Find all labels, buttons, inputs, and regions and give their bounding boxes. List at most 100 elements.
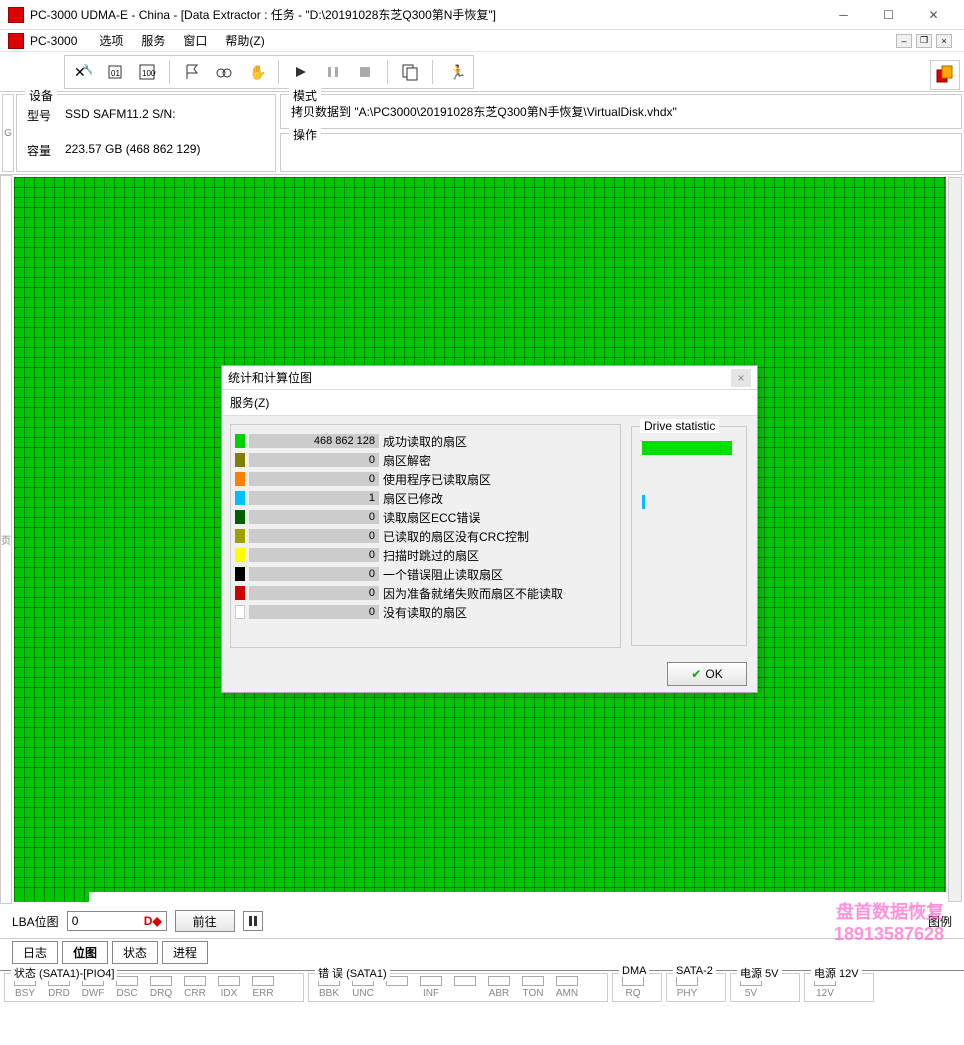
led-RQ: RQ [617, 976, 649, 999]
menu-app-name: PC-3000 [30, 34, 77, 48]
dialog-close-button[interactable]: × [731, 369, 751, 387]
stat-row: 0扇区解密 [235, 451, 616, 469]
check-icon: ✔ [691, 667, 701, 681]
status-legend: SATA-2 [673, 965, 716, 977]
stat-color-swatch [235, 510, 245, 524]
led-ERR: ERR [247, 976, 279, 999]
stat-value: 0 [249, 529, 379, 543]
stat-label: 已读取的扇区没有CRC控制 [383, 528, 529, 545]
stat-row: 1扇区已修改 [235, 489, 616, 507]
status-legend: 状态 (SATA1)-[PIO4] [11, 965, 117, 981]
mdi-restore-button[interactable]: ❐ [916, 34, 932, 48]
stat-color-swatch [235, 586, 245, 600]
led-DRQ: DRQ [145, 976, 177, 999]
stat-value: 0 [249, 605, 379, 619]
tab-bitmap[interactable]: 位图 [62, 941, 108, 964]
svg-text:100%: 100% [142, 69, 156, 78]
stat-color-swatch [235, 491, 245, 505]
stat-row: 0一个错误阻止读取扇区 [235, 565, 616, 583]
menu-window[interactable]: 窗口 [175, 30, 215, 51]
status-group-sata2: SATA-2 PHY [666, 973, 726, 1002]
stat-row: 0 读取扇区ECC错误 [235, 508, 616, 526]
status-legend: 电源 5V [737, 965, 782, 981]
drive-statistic-legend: Drive statistic [640, 419, 719, 433]
tool-percent-icon[interactable]: 100% [133, 58, 161, 86]
tool-flag-icon[interactable] [178, 58, 206, 86]
led-INF: INF [415, 976, 447, 999]
tab-log[interactable]: 日志 [12, 941, 58, 964]
model-value: SSD SAFM11.2 S/N: [65, 107, 175, 124]
tab-process[interactable]: 进程 [162, 941, 208, 964]
lba-go-button[interactable]: 前往 [175, 910, 235, 932]
operation-fieldset: 操作 [280, 133, 962, 172]
stat-row: 0 已读取的扇区没有CRC控制 [235, 527, 616, 545]
stat-label: 扇区解密 [383, 452, 431, 469]
menu-help[interactable]: 帮助(Z) [217, 30, 272, 51]
status-group-errors: 错 误 (SATA1) BBKUNCINFABRTONAMN [308, 973, 608, 1002]
drive-stat-tick [642, 495, 645, 509]
model-label: 型号 [27, 107, 57, 124]
titlebar: PC-3000 UDMA-E - China - [Data Extractor… [0, 0, 964, 30]
device-legend: 设备 [25, 87, 57, 104]
app-icon [8, 7, 24, 23]
capacity-value: 223.57 GB (468 862 129) [65, 142, 200, 159]
stat-row: 468 862 128成功读取的扇区 [235, 432, 616, 450]
tool-binoculars-icon[interactable] [210, 58, 238, 86]
stat-row: 0因为准备就绪失败而扇区不能读取 [235, 584, 616, 602]
watermark: 盘首数据恢复 18913587628 [834, 898, 944, 945]
tool-hand-icon[interactable]: ✋ [242, 58, 270, 86]
stat-value: 0 [249, 510, 379, 524]
stat-value: 0 [249, 567, 379, 581]
stat-label: 使用程序已读取扇区 [383, 471, 491, 488]
menu-services[interactable]: 服务 [133, 30, 173, 51]
drive-statistic-fieldset: Drive statistic [631, 426, 747, 646]
led-AMN: AMN [551, 976, 583, 999]
tool-stop-icon[interactable] [351, 58, 379, 86]
status-group-5v: 电源 5V 5V [730, 973, 800, 1002]
tool-settings-icon[interactable]: ✕🔧 [69, 58, 97, 86]
tool-copy-icon[interactable] [396, 58, 424, 86]
lba-bar: LBA位图 0 D◆ 前往 图例 [0, 904, 964, 938]
menu-app-icon [8, 33, 24, 49]
status-group-dma: DMA RQ [612, 973, 662, 1002]
tool-walk-icon[interactable]: 🏃 [441, 58, 469, 86]
mdi-minimize-button[interactable]: – [896, 34, 912, 48]
stat-value: 0 [249, 586, 379, 600]
stat-label: 扇区已修改 [383, 490, 443, 507]
maximize-button[interactable]: ☐ [866, 1, 911, 29]
close-button[interactable]: ✕ [911, 1, 956, 29]
drive-stat-bar [642, 441, 732, 455]
lba-marker-icon: D◆ [144, 914, 162, 928]
mdi-close-button[interactable]: × [936, 34, 952, 48]
lba-input[interactable]: 0 D◆ [67, 911, 167, 931]
svg-text:🔧: 🔧 [82, 63, 92, 76]
ok-button[interactable]: ✔ OK [667, 662, 747, 686]
stat-label: 扫描时跳过的扇区 [383, 547, 479, 564]
lba-pause-button[interactable] [243, 911, 263, 931]
led-blank [449, 976, 481, 999]
info-panel: G 设备 型号 SSD SAFM11.2 S/N: 容量 223.57 GB (… [0, 92, 964, 175]
lba-value: 0 [72, 914, 79, 928]
minimize-button[interactable]: ─ [821, 1, 866, 29]
tool-chip-icon[interactable]: 01 [101, 58, 129, 86]
status-legend: 错 误 (SATA1) [315, 965, 390, 981]
stat-color-swatch [235, 472, 245, 486]
tool-pause-icon[interactable] [319, 58, 347, 86]
stat-value: 0 [249, 472, 379, 486]
status-legend: DMA [619, 965, 649, 977]
menu-options[interactable]: 选项 [91, 30, 131, 51]
operation-legend: 操作 [289, 126, 321, 143]
device-fieldset: 设备 型号 SSD SAFM11.2 S/N: 容量 223.57 GB (46… [16, 94, 276, 172]
led-IDX: IDX [213, 976, 245, 999]
left-ruler: 页 [0, 175, 12, 904]
svg-text:✋: ✋ [249, 64, 265, 80]
stat-label: 读取扇区ECC错误 [383, 509, 480, 526]
tab-status[interactable]: 状态 [112, 941, 158, 964]
stat-color-swatch [235, 453, 245, 467]
vertical-scrollbar[interactable] [948, 177, 962, 902]
dialog-menu-services[interactable]: 服务(Z) [230, 396, 269, 410]
left-gutter: G [2, 94, 14, 172]
dialog-title: 统计和计算位图 [228, 369, 312, 386]
tool-play-icon[interactable] [287, 58, 315, 86]
side-tool-drive-icon[interactable] [930, 60, 960, 90]
